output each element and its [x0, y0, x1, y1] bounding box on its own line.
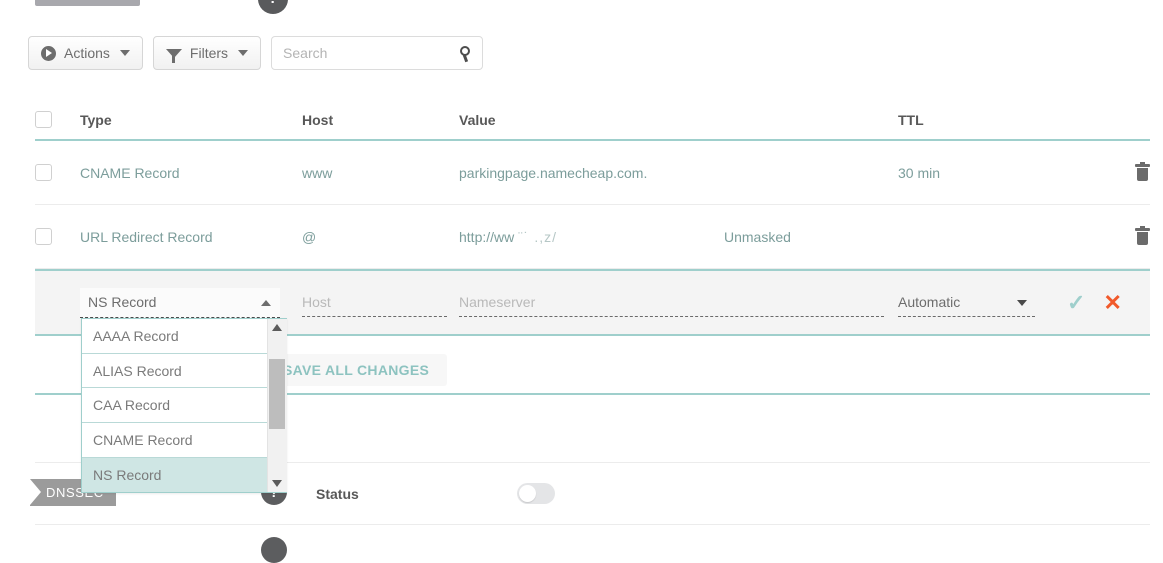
row-type[interactable]: URL Redirect Record — [80, 229, 302, 245]
row-type[interactable]: CNAME Record — [80, 165, 302, 181]
select-all-cell — [35, 111, 80, 128]
edit-row-value-cell: Nameserver — [459, 289, 898, 317]
row-extra: Unmasked — [724, 228, 791, 245]
dnssec-status-toggle[interactable] — [517, 483, 555, 504]
record-type-dropdown-list: AAAA Record ALIAS Record CAA Record CNAM… — [82, 319, 267, 493]
column-header-type: Type — [80, 111, 112, 128]
delete-icon[interactable] — [1135, 162, 1150, 182]
row-value-redacted: ¨˙ .,z/ — [518, 228, 558, 245]
cancel-record-button[interactable]: ✕ — [1103, 291, 1121, 314]
chevron-down-icon — [119, 50, 130, 56]
toggle-knob — [519, 485, 536, 502]
scroll-up-arrow-icon[interactable] — [272, 324, 282, 331]
dnssec-bottom-divider — [35, 524, 1150, 525]
row-host: www — [302, 164, 333, 181]
dropdown-option-alias-record[interactable]: ALIAS Record — [82, 353, 267, 389]
row-select-cell — [35, 164, 80, 181]
edit-row-type-cell: NS Record — [80, 287, 302, 318]
help-icon-bottom[interactable] — [261, 537, 287, 563]
toolbar: Actions Filters — [28, 36, 484, 70]
dns-records-table: Type Host Value TTL CNAME Record www par… — [35, 100, 1150, 336]
chevron-down-icon — [238, 50, 249, 56]
confirm-record-button[interactable]: ✓ — [1067, 291, 1085, 314]
dropdown-option-cname-record[interactable]: CNAME Record — [82, 423, 267, 458]
actions-button-label: Actions — [64, 45, 110, 61]
page-tab-placeholder — [35, 0, 140, 6]
trash-lid-handle — [1140, 162, 1145, 166]
row-value: parkingpage.namecheap.com. — [459, 164, 648, 181]
trash-lid-handle — [1140, 226, 1145, 230]
help-icon-top[interactable]: ? — [258, 0, 288, 14]
actions-button[interactable]: Actions — [28, 36, 143, 70]
row-host: @ — [302, 228, 317, 245]
record-type-select-value: NS Record — [88, 294, 157, 310]
save-all-changes-button[interactable]: SAVE ALL CHANGES — [265, 353, 448, 386]
ttl-select-value: Automatic — [898, 294, 961, 310]
nameserver-input[interactable]: Nameserver — [459, 289, 884, 317]
column-header-host: Host — [302, 111, 334, 128]
dnssec-status-label: Status — [316, 486, 359, 502]
row-value: http://ww ¨˙ .,z/ — [459, 229, 724, 245]
host-input[interactable]: Host — [302, 289, 447, 317]
dropdown-option-ns-record[interactable]: NS Record — [82, 457, 267, 493]
play-circle-icon — [41, 45, 56, 61]
edit-row-host-cell: Host — [302, 289, 459, 317]
chevron-up-icon — [261, 299, 271, 306]
search-input[interactable] — [272, 37, 483, 69]
host-input-placeholder: Host — [302, 294, 331, 310]
dropdown-option-aaaa-record[interactable]: AAAA Record — [82, 319, 267, 354]
table-row[interactable]: URL Redirect Record @ http://ww ¨˙ .,z/ … — [35, 205, 1150, 269]
funnel-icon — [165, 48, 182, 63]
column-header-value: Value — [459, 111, 496, 128]
row-select-cell — [35, 228, 80, 245]
record-type-dropdown[interactable]: AAAA Record ALIAS Record CAA Record CNAM… — [81, 318, 287, 494]
scrollbar-thumb[interactable] — [269, 359, 285, 429]
row-actions — [1098, 162, 1150, 182]
row-value-text: http://ww — [459, 228, 515, 245]
ttl-select[interactable]: Automatic — [898, 289, 1035, 317]
row-checkbox[interactable] — [35, 228, 52, 245]
dropdown-scrollbar[interactable] — [267, 319, 287, 493]
column-header-ttl: TTL — [898, 111, 924, 128]
select-all-checkbox[interactable] — [35, 111, 52, 128]
filters-button-label: Filters — [189, 45, 229, 61]
row-actions — [1098, 226, 1150, 246]
table-row[interactable]: CNAME Record www parkingpage.namecheap.c… — [35, 141, 1150, 205]
dropdown-option-caa-record[interactable]: CAA Record — [82, 388, 267, 424]
chevron-down-icon — [1017, 299, 1027, 306]
nameserver-input-placeholder: Nameserver — [459, 294, 536, 310]
edit-row-actions: ✓ ✕ — [1067, 291, 1122, 314]
row-checkbox[interactable] — [35, 164, 52, 181]
table-header-row: Type Host Value TTL — [35, 100, 1150, 141]
scroll-down-arrow-icon[interactable] — [272, 480, 282, 488]
filters-button[interactable]: Filters — [152, 36, 262, 70]
delete-icon[interactable] — [1135, 226, 1150, 246]
edit-row-ttl-cell: Automatic — [898, 289, 1067, 317]
search-icon[interactable] — [460, 46, 471, 56]
record-type-select[interactable]: NS Record — [80, 287, 280, 318]
search-box[interactable] — [271, 36, 484, 70]
row-ttl: 30 min — [898, 164, 941, 181]
